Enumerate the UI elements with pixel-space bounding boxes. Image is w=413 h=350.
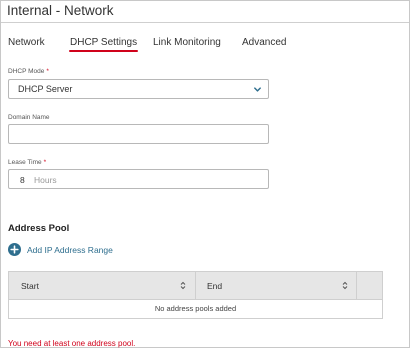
dialog-panel: Internal - Network Network DHCP Settings… [0,0,410,348]
tab-bar: Network DHCP Settings Link Monitoring Ad… [1,31,409,53]
dhcp-mode-label: DHCP Mode * [8,68,49,75]
tab-network[interactable]: Network [8,37,45,48]
add-ip-range-label: Add IP Address Range [27,245,113,255]
tab-link-monitoring[interactable]: Link Monitoring [153,37,221,48]
lease-time-input[interactable]: 8 Hours [8,169,269,189]
domain-name-input[interactable] [8,124,269,144]
empty-table-message: No address pools added [154,304,237,313]
lease-time-unit: Hours [34,175,57,185]
page-title: Internal - Network [7,3,114,18]
plus-circle-icon [8,243,21,256]
dhcp-mode-value: DHCP Server [18,84,73,94]
table-header: Start End [9,272,382,300]
chevron-down-icon [254,87,261,92]
tab-advanced[interactable]: Advanced [242,37,286,48]
dhcp-mode-label-text: DHCP Mode [8,68,45,75]
lease-time-label-text: Lease Time [8,159,42,166]
column-header-start-label: Start [21,281,39,291]
sort-icon [180,281,186,290]
domain-name-label: Domain Name [8,114,50,121]
column-header-end[interactable]: End [195,272,357,299]
sort-icon [342,281,348,290]
dhcp-mode-select[interactable]: DHCP Server [8,79,269,99]
title-bar: Internal - Network [1,1,409,23]
address-pool-heading: Address Pool [8,223,70,234]
required-marker: * [43,159,47,166]
lease-time-value: 8 [20,175,25,185]
column-header-actions [356,272,383,299]
column-header-end-label: End [207,281,223,291]
required-marker: * [46,68,49,75]
tab-dhcp-settings[interactable]: DHCP Settings [68,37,139,52]
column-header-start[interactable]: Start [9,272,196,299]
address-pool-table: Start End No address pools added [8,271,383,319]
lease-time-label: Lease Time * [8,159,46,166]
validation-error: You need at least one address pool. [8,339,136,348]
